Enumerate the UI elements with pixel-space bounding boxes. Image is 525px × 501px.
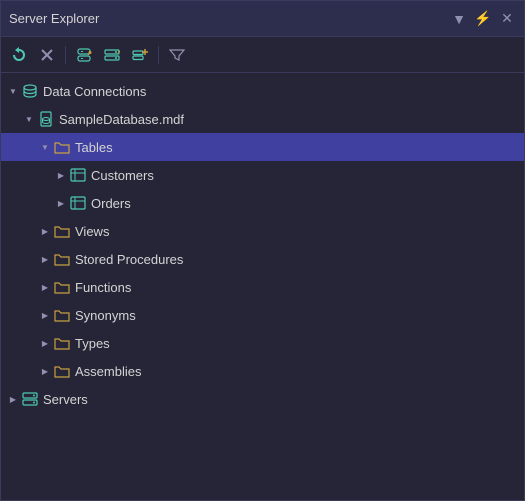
db-file-icon <box>37 110 55 128</box>
close-btn[interactable]: ✕ <box>498 10 516 28</box>
refresh-button[interactable] <box>7 43 31 67</box>
toggle-servers[interactable] <box>5 391 21 407</box>
tree-item-synonyms[interactable]: Synonyms <box>1 301 524 329</box>
folder-assemblies-icon <box>53 362 71 380</box>
window-title: Server Explorer <box>9 11 99 26</box>
toggle-types[interactable] <box>37 335 53 351</box>
tree-container[interactable]: Data Connections SampleDatabase.mdf <box>1 73 524 500</box>
table-orders-icon <box>69 194 87 212</box>
tree-item-orders[interactable]: Orders <box>1 189 524 217</box>
toggle-orders[interactable] <box>53 195 69 211</box>
toolbar <box>1 37 524 73</box>
db-icon <box>21 82 39 100</box>
folder-stored-proc-icon <box>53 250 71 268</box>
server-explorer-window: Server Explorer ▼ ⚡ ✕ <box>0 0 525 501</box>
toolbar-separator-1 <box>65 46 66 64</box>
tree-item-tables[interactable]: Tables <box>1 133 524 161</box>
functions-label: Functions <box>75 280 131 295</box>
dropdown-btn[interactable]: ▼ <box>450 10 468 28</box>
toggle-data-connections[interactable] <box>5 83 21 99</box>
pin-btn[interactable]: ⚡ <box>474 10 492 28</box>
toggle-stored-procedures[interactable] <box>37 251 53 267</box>
tree-item-functions[interactable]: Functions <box>1 273 524 301</box>
toggle-views[interactable] <box>37 223 53 239</box>
add-connection-button[interactable] <box>128 43 152 67</box>
sample-db-label: SampleDatabase.mdf <box>59 112 184 127</box>
stored-procedures-label: Stored Procedures <box>75 252 183 267</box>
assemblies-label: Assemblies <box>75 364 141 379</box>
title-bar-controls: ▼ ⚡ ✕ <box>450 10 516 28</box>
synonyms-label: Synonyms <box>75 308 136 323</box>
toggle-synonyms[interactable] <box>37 307 53 323</box>
tree-item-sample-db[interactable]: SampleDatabase.mdf <box>1 105 524 133</box>
tables-label: Tables <box>75 140 113 155</box>
stop-button[interactable] <box>35 43 59 67</box>
toggle-functions[interactable] <box>37 279 53 295</box>
title-bar: Server Explorer ▼ ⚡ ✕ <box>1 1 524 37</box>
tree-item-types[interactable]: Types <box>1 329 524 357</box>
tree-item-assemblies[interactable]: Assemblies <box>1 357 524 385</box>
connect-server-button[interactable] <box>100 43 124 67</box>
tree-item-data-connections[interactable]: Data Connections <box>1 77 524 105</box>
types-label: Types <box>75 336 110 351</box>
title-bar-left: Server Explorer <box>9 11 99 26</box>
toggle-customers[interactable] <box>53 167 69 183</box>
tree-item-views[interactable]: Views <box>1 217 524 245</box>
tree-item-stored-procedures[interactable]: Stored Procedures <box>1 245 524 273</box>
views-label: Views <box>75 224 109 239</box>
data-connections-label: Data Connections <box>43 84 146 99</box>
customers-label: Customers <box>91 168 154 183</box>
toolbar-separator-2 <box>158 46 159 64</box>
filter-button[interactable] <box>165 43 189 67</box>
toggle-tables[interactable] <box>37 139 53 155</box>
folder-views-icon <box>53 222 71 240</box>
servers-label: Servers <box>43 392 88 407</box>
toggle-sample-db[interactable] <box>21 111 37 127</box>
orders-label: Orders <box>91 196 131 211</box>
folder-functions-icon <box>53 278 71 296</box>
server-icon <box>21 390 39 408</box>
folder-tables-icon <box>53 138 71 156</box>
tree-item-customers[interactable]: Customers <box>1 161 524 189</box>
folder-types-icon <box>53 334 71 352</box>
connect-db-button[interactable] <box>72 43 96 67</box>
toggle-assemblies[interactable] <box>37 363 53 379</box>
table-customers-icon <box>69 166 87 184</box>
tree-item-servers[interactable]: Servers <box>1 385 524 413</box>
folder-synonyms-icon <box>53 306 71 324</box>
